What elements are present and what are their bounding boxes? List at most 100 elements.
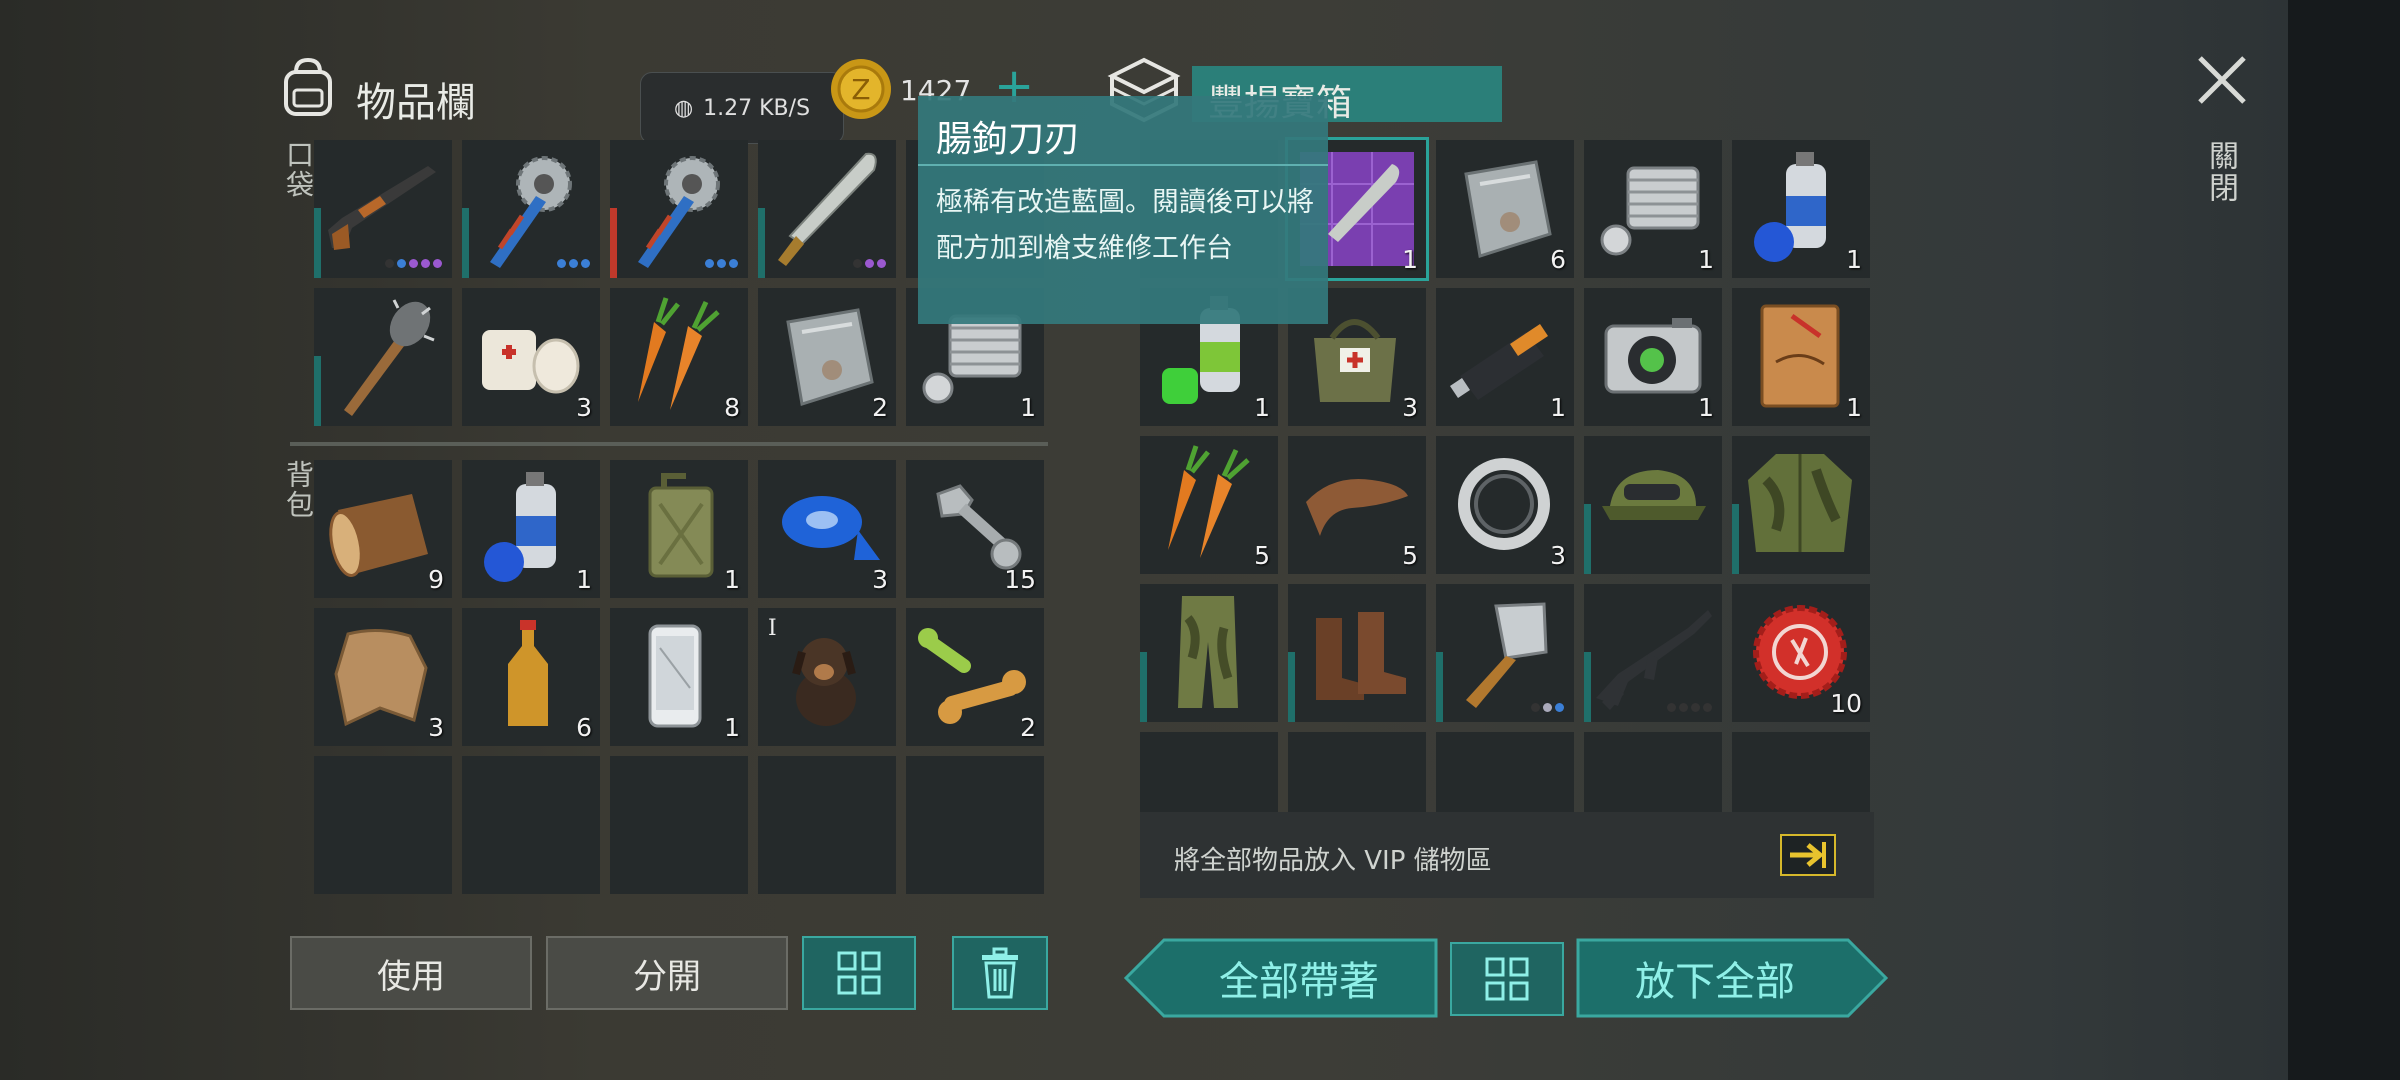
- item-count: 1: [1846, 245, 1862, 274]
- empty-slot[interactable]: [610, 756, 748, 894]
- durability-bar: [610, 208, 617, 278]
- item-slot[interactable]: [1732, 436, 1870, 574]
- item-count: 1: [1698, 393, 1714, 422]
- close-button[interactable]: [2194, 52, 2250, 108]
- take-all-label: 全部帶著: [1219, 959, 1379, 1005]
- cleaver-icon: [1466, 602, 1548, 708]
- camo-pants-icon: [1178, 596, 1238, 708]
- durability-bar: [1732, 504, 1739, 574]
- item-slot[interactable]: 2: [758, 288, 896, 426]
- vip-text: 將全部物品放入 VIP 儲物區: [1174, 846, 1492, 876]
- item-slot[interactable]: 1: [1732, 140, 1870, 278]
- item-count: 1: [724, 565, 740, 594]
- sort-button[interactable]: [802, 936, 916, 1010]
- assault-rifle-icon: [1596, 610, 1712, 710]
- empty-slot[interactable]: [758, 756, 896, 894]
- item-count: 15: [1004, 565, 1036, 594]
- item-slot[interactable]: 8: [610, 288, 748, 426]
- item-count: 9: [428, 565, 444, 594]
- item-count: 10: [1830, 689, 1862, 718]
- rarity-dots: [1667, 703, 1712, 712]
- trash-button[interactable]: [952, 936, 1048, 1010]
- item-tag: I: [768, 616, 777, 641]
- item-count: 6: [576, 713, 592, 742]
- tooltip-title: 腸鉤刀刃: [936, 119, 1081, 160]
- rarity-dots: [853, 259, 886, 268]
- military-cap-icon: [1602, 470, 1706, 520]
- item-slot[interactable]: 9: [314, 460, 452, 598]
- item-slot[interactable]: 5: [1140, 436, 1278, 574]
- item-slot[interactable]: 1: [462, 460, 600, 598]
- inventory-title: 物品欄: [356, 80, 476, 126]
- item-count: 1: [576, 565, 592, 594]
- grid-icon: [1485, 957, 1529, 1001]
- pocket-label: 口袋: [282, 140, 315, 200]
- item-slot[interactable]: 1: [1584, 140, 1722, 278]
- drop-all-label: 放下全部: [1635, 959, 1795, 1005]
- item-slot[interactable]: 10: [1732, 584, 1870, 722]
- item-slot[interactable]: [610, 140, 748, 278]
- item-count: 3: [872, 565, 888, 594]
- vip-transfer-button[interactable]: [1780, 834, 1836, 876]
- item-count: 1: [724, 713, 740, 742]
- tooltip-description: 極稀有改造藍圖。閱讀後可以將配方加到槍支維修工作台: [936, 187, 1314, 264]
- drop-all-button[interactable]: 放下全部: [1576, 938, 1888, 1018]
- item-slot[interactable]: 5: [1288, 436, 1426, 574]
- empty-slot[interactable]: [462, 756, 600, 894]
- svg-text:Z: Z: [851, 73, 870, 106]
- item-slot[interactable]: [758, 140, 896, 278]
- rarity-dots: [705, 259, 738, 268]
- item-slot[interactable]: [462, 140, 600, 278]
- empty-slot[interactable]: [314, 756, 452, 894]
- use-button[interactable]: 使用: [290, 936, 532, 1010]
- durability-bar: [1436, 652, 1443, 722]
- item-slot[interactable]: 6: [1436, 140, 1574, 278]
- item-count: 2: [872, 393, 888, 422]
- durability-bar: [1140, 652, 1147, 722]
- item-slot[interactable]: [1288, 584, 1426, 722]
- item-slot[interactable]: 1: [610, 608, 748, 746]
- item-slot[interactable]: 3: [758, 460, 896, 598]
- globe-icon: ◍: [673, 95, 694, 121]
- durability-bar: [314, 356, 321, 426]
- item-count: 6: [1550, 245, 1566, 274]
- section-divider: [290, 442, 1048, 446]
- arrow-right-icon: [1790, 842, 1826, 868]
- item-slot[interactable]: 15: [906, 460, 1044, 598]
- item-slot[interactable]: 2: [906, 608, 1044, 746]
- item-slot[interactable]: 1: [1436, 288, 1574, 426]
- backpack-icon: [278, 56, 338, 118]
- grid-icon: [837, 951, 881, 995]
- empty-slot[interactable]: [906, 756, 1044, 894]
- item-slot[interactable]: 3: [462, 288, 600, 426]
- durability-bar: [314, 208, 321, 278]
- item-slot[interactable]: I: [758, 608, 896, 746]
- item-slot[interactable]: 3: [1436, 436, 1574, 574]
- item-slot[interactable]: 6: [462, 608, 600, 746]
- item-slot[interactable]: 1: [1732, 288, 1870, 426]
- item-slot[interactable]: 1: [1584, 288, 1722, 426]
- item-slot[interactable]: [1584, 436, 1722, 574]
- saw-mace-icon: [490, 156, 572, 268]
- camo-jacket-icon: [1748, 454, 1852, 552]
- split-button[interactable]: 分開: [546, 936, 788, 1010]
- item-slot[interactable]: [1140, 584, 1278, 722]
- item-slot[interactable]: [1436, 584, 1574, 722]
- item-slot[interactable]: [1584, 584, 1722, 722]
- boots-icon: [1316, 612, 1406, 700]
- item-count: 5: [1402, 541, 1418, 570]
- item-slot[interactable]: [314, 288, 452, 426]
- durability-bar: [1584, 652, 1591, 722]
- item-tooltip: 腸鉤刀刃 極稀有改造藍圖。閱讀後可以將配方加到槍支維修工作台: [918, 96, 1328, 324]
- chest-sort-button[interactable]: [1450, 942, 1564, 1016]
- item-count: 3: [1402, 393, 1418, 422]
- item-slot[interactable]: 1: [610, 460, 748, 598]
- durability-bar: [1288, 652, 1295, 722]
- vip-storage-bar: 將全部物品放入 VIP 儲物區: [1140, 812, 1874, 898]
- item-slot[interactable]: [314, 140, 452, 278]
- take-all-button[interactable]: 全部帶著: [1124, 938, 1438, 1018]
- item-slot[interactable]: 3: [314, 608, 452, 746]
- network-speed: ◍ 1.27 KB/S: [640, 72, 844, 144]
- close-label[interactable]: 關閉: [2198, 140, 2242, 204]
- machete-icon: [778, 152, 877, 266]
